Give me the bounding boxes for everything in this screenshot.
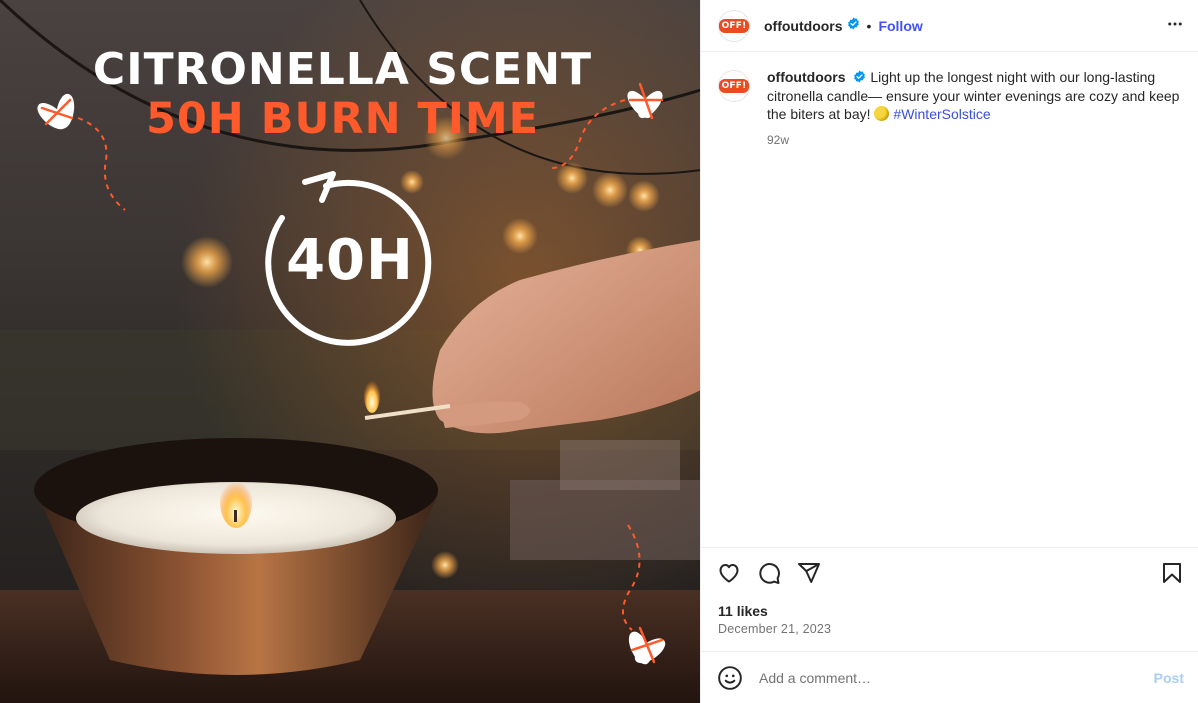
smiley-icon[interactable] xyxy=(717,665,743,691)
share-icon[interactable] xyxy=(797,561,823,587)
action-bar xyxy=(701,547,1198,599)
moon-icon xyxy=(874,106,890,122)
headline-citronella: CITRONELLA SCENT xyxy=(92,44,593,95)
verified-badge-icon xyxy=(853,69,866,87)
follow-button[interactable]: Follow xyxy=(878,18,922,34)
heart-icon[interactable] xyxy=(717,561,743,587)
hashtag-link[interactable]: #WinterSolstice xyxy=(893,106,990,122)
post-date[interactable]: December 21, 2023 xyxy=(718,622,831,636)
post-header: OFF! offoutdoors • Follow xyxy=(701,0,1198,52)
comment-box: Post xyxy=(701,651,1198,703)
caption-avatar[interactable]: OFF! xyxy=(718,70,750,102)
headline-burn-time: 50H BURN TIME xyxy=(145,94,540,144)
caption-username[interactable]: offoutdoors xyxy=(767,69,846,85)
instagram-post: CITRONELLA SCENT 50H BURN TIME 40H OFF! … xyxy=(0,0,1198,703)
brand-logo: OFF! xyxy=(718,18,750,33)
post-image[interactable]: CITRONELLA SCENT 50H BURN TIME 40H xyxy=(0,0,700,703)
likes-count[interactable]: 11 likes xyxy=(718,603,768,619)
post-details-panel: OFF! offoutdoors • Follow OFF! offoutdoo… xyxy=(700,0,1198,703)
comment-input[interactable] xyxy=(757,668,1154,687)
more-options-icon[interactable] xyxy=(1166,15,1184,37)
username-link[interactable]: offoutdoors xyxy=(764,18,843,34)
timer-label: 40H xyxy=(286,228,414,293)
comment-icon[interactable] xyxy=(757,561,783,587)
verified-badge-icon xyxy=(847,17,860,35)
separator-dot: • xyxy=(866,17,872,34)
caption-body: offoutdoors Light up the longest night w… xyxy=(767,68,1184,149)
post-caption: OFF! offoutdoors Light up the longest ni… xyxy=(701,52,1198,149)
post-comment-button[interactable]: Post xyxy=(1154,670,1184,686)
brand-logo: OFF! xyxy=(718,79,750,93)
profile-avatar[interactable]: OFF! xyxy=(718,9,750,42)
bookmark-icon[interactable] xyxy=(1160,561,1186,587)
caption-timestamp[interactable]: 92w xyxy=(767,131,1184,149)
